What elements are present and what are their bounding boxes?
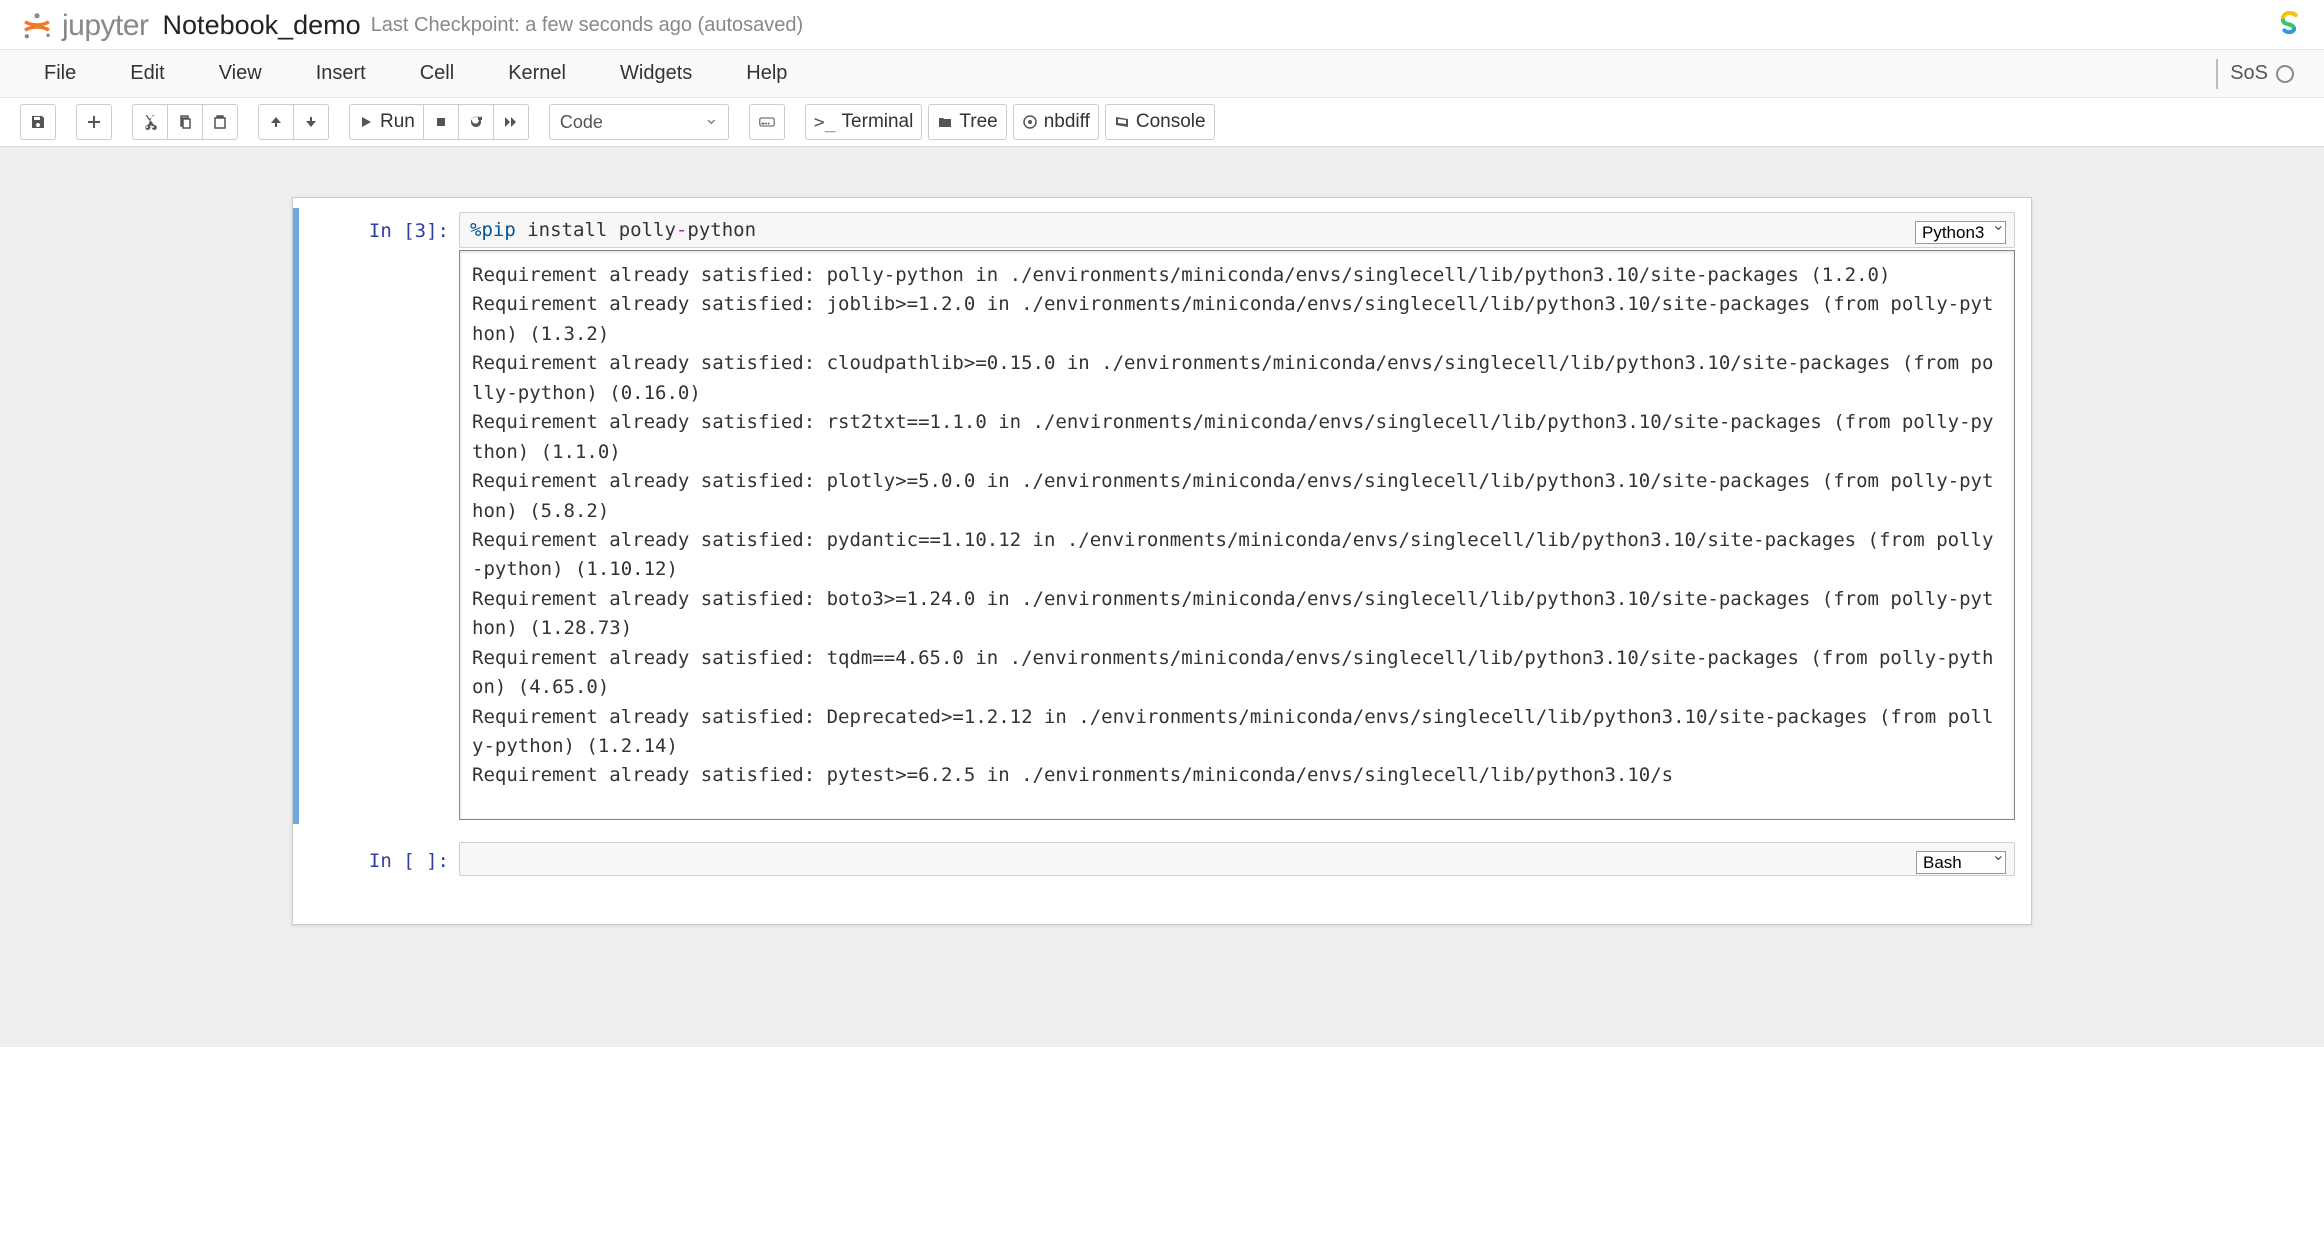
tree-button[interactable]: Tree <box>928 104 1006 140</box>
input-prompt: In [ ]: <box>299 842 459 876</box>
tree-button-label: Tree <box>959 111 997 133</box>
jupyter-logo[interactable]: jupyter <box>20 9 149 43</box>
notebook-name[interactable]: Notebook_demo <box>163 10 361 41</box>
console-button[interactable]: Console <box>1105 104 1215 140</box>
cell-type-select-wrap: Code <box>549 104 729 140</box>
interrupt-button[interactable] <box>423 104 459 140</box>
restart-button[interactable] <box>458 104 494 140</box>
menu-kernel[interactable]: Kernel <box>494 52 580 95</box>
move-up-button[interactable] <box>258 104 294 140</box>
menubar: File Edit View Insert Cell Kernel Widget… <box>0 50 2324 98</box>
console-button-label: Console <box>1136 111 1206 133</box>
terminal-button-label: Terminal <box>842 111 914 133</box>
jupyter-logo-text: jupyter <box>62 9 149 43</box>
checkpoint-text: Last Checkpoint: a few seconds ago (auto… <box>371 14 803 37</box>
copy-button[interactable] <box>167 104 203 140</box>
nbdiff-button[interactable]: nbdiff <box>1013 104 1099 140</box>
kernel-indicator: SoS <box>2216 59 2294 89</box>
input-prompt: In [3]: <box>299 212 459 820</box>
code-token-operator: - <box>676 219 687 241</box>
console-icon <box>1114 114 1130 130</box>
run-button-label: Run <box>380 111 415 133</box>
code-input-area[interactable]: %pip install polly-python Python3 <box>459 212 2015 248</box>
move-down-button[interactable] <box>293 104 329 140</box>
notebook-background: In [3]: %pip install polly-python Python… <box>0 147 2324 1047</box>
kernel-status-icon[interactable] <box>2276 65 2294 83</box>
toolbar: Run Code >_ Terminal Tree nbdiff Console <box>0 98 2324 147</box>
menu-view[interactable]: View <box>205 52 276 95</box>
menu-help[interactable]: Help <box>732 52 801 95</box>
cut-button[interactable] <box>132 104 168 140</box>
notebook-container: In [3]: %pip install polly-python Python… <box>292 197 2032 925</box>
menu-edit[interactable]: Edit <box>116 52 178 95</box>
diff-icon <box>1022 114 1038 130</box>
output-area[interactable]: Requirement already satisfied: polly-pyt… <box>459 250 2015 820</box>
kernel-name-label[interactable]: SoS <box>2230 62 2268 85</box>
run-button[interactable]: Run <box>349 104 424 140</box>
jupyter-icon <box>20 9 54 43</box>
menu-cell[interactable]: Cell <box>406 52 468 95</box>
save-button[interactable] <box>20 104 56 140</box>
sos-logo-icon[interactable] <box>2276 8 2304 43</box>
terminal-icon: >_ <box>814 112 836 133</box>
add-cell-button[interactable] <box>76 104 112 140</box>
nbdiff-button-label: nbdiff <box>1044 111 1090 133</box>
folder-icon <box>937 114 953 130</box>
code-cell[interactable]: In [3]: %pip install polly-python Python… <box>293 208 2015 824</box>
command-palette-button[interactable] <box>749 104 785 140</box>
code-token-magic: %pip <box>470 219 516 241</box>
notebook-header: jupyter Notebook_demo Last Checkpoint: a… <box>0 0 2324 50</box>
code-cell[interactable]: In [ ]: Bash <box>293 838 2015 880</box>
cell-kernel-select[interactable]: Bash <box>1916 851 2006 874</box>
terminal-button[interactable]: >_ Terminal <box>805 104 923 140</box>
cell-kernel-select[interactable]: Python3 <box>1915 221 2006 244</box>
code-input-area[interactable]: Bash <box>459 842 2015 876</box>
menu-insert[interactable]: Insert <box>302 52 380 95</box>
code-token: install polly <box>516 219 676 241</box>
menu-file[interactable]: File <box>30 52 90 95</box>
paste-button[interactable] <box>202 104 238 140</box>
restart-run-all-button[interactable] <box>493 104 529 140</box>
menu-widgets[interactable]: Widgets <box>606 52 706 95</box>
cell-type-select[interactable]: Code <box>549 104 729 140</box>
code-token: python <box>687 219 756 241</box>
